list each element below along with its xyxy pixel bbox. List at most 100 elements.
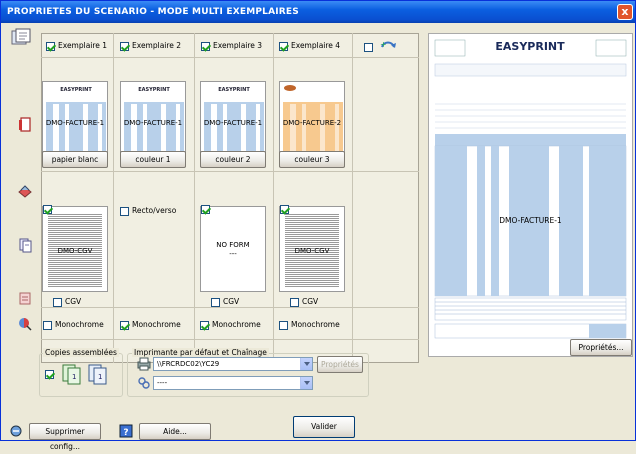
recto-verso-icon xyxy=(17,237,33,253)
recto-verso-label: Recto/verso xyxy=(132,206,177,215)
cgv-checkbox-label: CGV xyxy=(302,297,319,306)
exemplaire-4-label: Exemplaire 4 xyxy=(291,41,341,50)
collated-copies-icon[interactable]: 1 xyxy=(61,363,83,385)
exemplaire-4-checkbox[interactable]: Exemplaire 4 xyxy=(279,41,340,51)
monochrome-checkbox-3[interactable]: Monochrome xyxy=(200,320,261,330)
checkbox-box[interactable] xyxy=(120,320,129,330)
svg-text:EASYPRINT: EASYPRINT xyxy=(218,87,250,93)
monochrome-label: Monochrome xyxy=(55,320,104,329)
scenario-icon xyxy=(10,28,32,48)
cgv-thumbnail-1[interactable]: DMO-CGV xyxy=(42,206,108,292)
close-button[interactable]: x xyxy=(617,4,633,20)
window: PROPRIETES DU SCENARIO - MODE MULTI EXEM… xyxy=(0,0,636,451)
paper-button-4[interactable]: couleur 3 xyxy=(279,151,345,168)
title-bar: PROPRIETES DU SCENARIO - MODE MULTI EXEM… xyxy=(1,1,635,23)
noform-sub-label: --- xyxy=(229,250,237,258)
checkbox-box[interactable] xyxy=(43,320,52,330)
cgv-thumbnail-4[interactable]: DMO-CGV xyxy=(279,206,345,292)
cgv-label: DMO-CGV xyxy=(294,247,330,255)
checkbox-box[interactable] xyxy=(290,297,299,307)
cgv-checkbox-3[interactable]: CGV xyxy=(211,297,239,307)
exemplaire-3-label: Exemplaire 3 xyxy=(213,41,263,50)
chain-icon xyxy=(137,376,151,390)
exemplaire-3-checkbox[interactable]: Exemplaire 3 xyxy=(201,41,262,51)
preview-doc-label: DMO-FACTURE-1 xyxy=(499,216,562,225)
printer-icon xyxy=(137,357,151,371)
monochrome-label: Monochrome xyxy=(291,320,340,329)
chevron-down-icon[interactable] xyxy=(300,377,312,389)
recto-verso-checkbox[interactable]: Recto/verso xyxy=(120,206,176,216)
grid-divider xyxy=(41,339,419,340)
svg-text:EASYPRINT: EASYPRINT xyxy=(138,87,170,93)
checkbox-box[interactable] xyxy=(120,206,129,216)
checkbox-box[interactable] xyxy=(279,320,288,330)
validate-button[interactable]: Valider xyxy=(293,416,355,438)
printer-properties-button[interactable]: Propriétés xyxy=(317,356,363,373)
exemplaire-2-label: Exemplaire 2 xyxy=(132,41,182,50)
window-title: PROPRIETES DU SCENARIO - MODE MULTI EXEM… xyxy=(7,7,299,17)
checkbox-box[interactable] xyxy=(53,297,62,307)
exemplaire-1-checkbox[interactable]: Exemplaire 1 xyxy=(46,41,107,51)
uncollated-copies-icon[interactable]: 1 xyxy=(87,363,109,385)
chain-select-value: ---- xyxy=(157,379,168,387)
monochrome-label: Monochrome xyxy=(212,320,261,329)
svg-text:1: 1 xyxy=(72,373,76,381)
cgv-thumbnail-3[interactable]: NO FORM --- xyxy=(200,206,266,292)
client-area: Exemplaire 1 Exemplaire 2 Exemplaire 3 E… xyxy=(1,23,635,451)
paper-button-1[interactable]: papier blanc xyxy=(42,151,108,168)
cgv-checkbox-4[interactable]: CGV xyxy=(290,297,318,307)
help-icon: ? xyxy=(119,424,133,438)
checkbox-box[interactable] xyxy=(211,297,220,307)
monochrome-checkbox-2[interactable]: Monochrome xyxy=(120,320,181,330)
cgv-enable-checkbox-4[interactable] xyxy=(280,205,289,214)
checkbox-box[interactable] xyxy=(46,41,55,51)
monochrome-checkbox-1[interactable]: Monochrome xyxy=(43,320,104,330)
add-exemplaire-checkbox[interactable]: + xyxy=(364,39,400,55)
svg-text:+: + xyxy=(380,40,387,49)
copies-group-title: Copies assemblées xyxy=(43,348,119,357)
preview-brand: EASYPRINT xyxy=(495,40,565,53)
help-button[interactable]: Aide... xyxy=(139,423,211,440)
paper-button-3[interactable]: couleur 2 xyxy=(200,151,266,168)
chain-select[interactable]: ---- xyxy=(153,376,313,390)
grid-divider xyxy=(41,57,419,58)
monochrome-label: Monochrome xyxy=(132,320,181,329)
cgv-label: DMO-CGV xyxy=(57,247,93,255)
document-icon xyxy=(17,117,33,133)
checkbox-box[interactable] xyxy=(364,42,373,52)
svg-text:EASYPRINT: EASYPRINT xyxy=(60,87,92,93)
grid-divider xyxy=(41,307,419,308)
thumbnail-label: DMO-FACTURE-1 xyxy=(45,119,105,127)
delete-config-button[interactable]: Supprimer config... xyxy=(29,423,101,451)
cgv-enable-checkbox-3[interactable] xyxy=(201,205,210,214)
exemplaire-2-checkbox[interactable]: Exemplaire 2 xyxy=(120,41,181,51)
checkbox-box[interactable] xyxy=(120,41,129,51)
checkbox-box[interactable] xyxy=(279,41,288,51)
document-preview: EASYPRINT DMO-FACTURE-1 xyxy=(428,33,633,357)
chevron-down-icon[interactable] xyxy=(300,358,312,370)
printer-group-title: Imprimante par défaut et Chaînage xyxy=(132,348,269,357)
paper-button-2[interactable]: couleur 1 xyxy=(120,151,186,168)
printer-select-value: \\FRCRDC02\YC29 xyxy=(157,360,220,368)
cgv-checkbox-1[interactable]: CGV xyxy=(53,297,81,307)
monochrome-checkbox-4[interactable]: Monochrome xyxy=(279,320,340,330)
printer-select[interactable]: \\FRCRDC02\YC29 xyxy=(153,357,313,371)
exemplaire-1-label: Exemplaire 1 xyxy=(58,41,108,50)
checkbox-box[interactable] xyxy=(201,41,210,51)
noform-label: NO FORM xyxy=(216,241,250,249)
grid-divider xyxy=(273,33,274,363)
monochrome-icon xyxy=(17,315,33,331)
thumbnail-label: DMO-FACTURE-2 xyxy=(282,119,342,127)
copies-assemblees-checkbox[interactable] xyxy=(45,370,54,379)
thumbnail-label: DMO-FACTURE-1 xyxy=(123,119,183,127)
cgv-icon xyxy=(17,290,33,306)
grid-divider xyxy=(41,171,419,172)
preview-properties-button[interactable]: Propriétés... xyxy=(570,339,632,356)
add-copy-icon[interactable]: + xyxy=(378,39,400,55)
cgv-checkbox-label: CGV xyxy=(223,297,240,306)
cgv-enable-checkbox-1[interactable] xyxy=(43,205,52,214)
checkbox-box[interactable] xyxy=(200,320,209,330)
grid-divider xyxy=(352,33,353,363)
svg-text:1: 1 xyxy=(98,373,102,381)
thumbnail-label: DMO-FACTURE-1 xyxy=(203,119,263,127)
